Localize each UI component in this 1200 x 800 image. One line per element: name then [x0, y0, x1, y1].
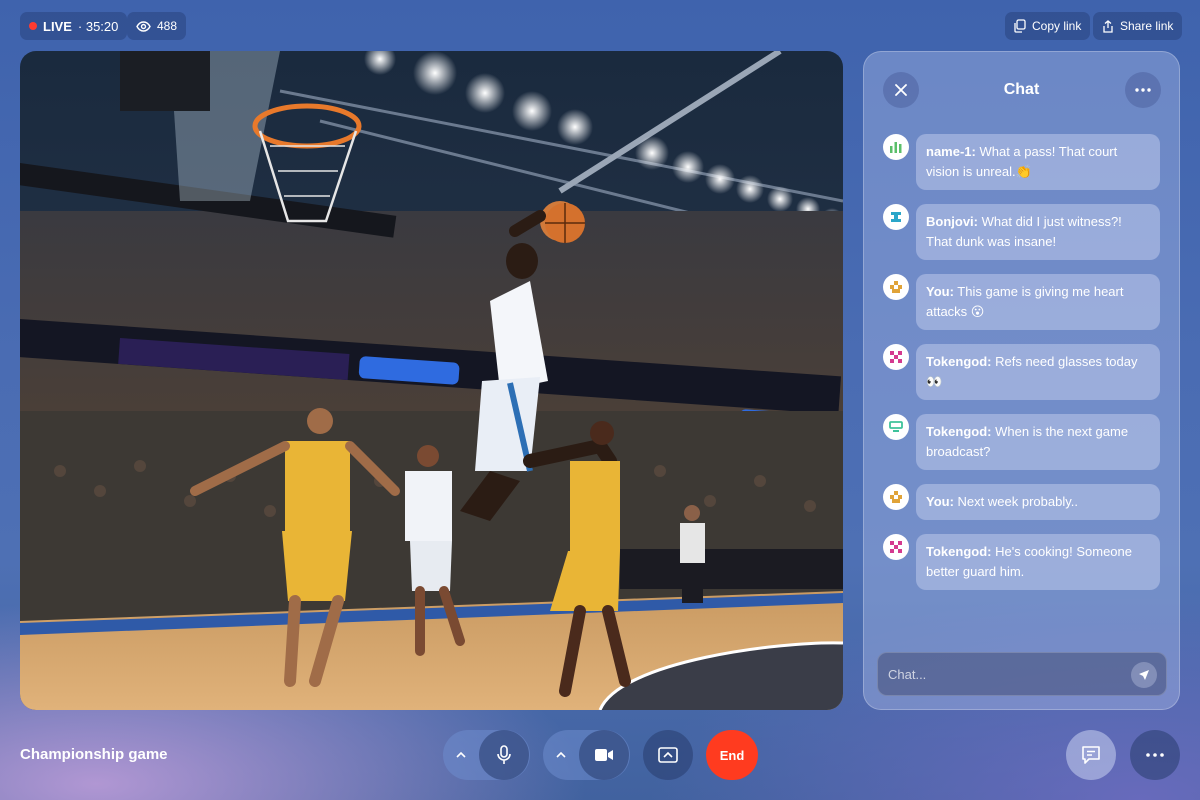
share-icon	[1103, 19, 1113, 33]
avatar	[883, 484, 909, 510]
chat-bubble: Tokengod: When is the next game broadcas…	[916, 414, 1160, 470]
live-label: LIVE	[43, 18, 72, 34]
chat-toggle-button[interactable]	[1066, 730, 1116, 780]
chat-message-list: name-1: What a pass! That court vision i…	[883, 134, 1163, 604]
chat-bubble: Bonjovi: What did I just witness?! That …	[916, 204, 1160, 260]
message-author: Tokengod:	[926, 354, 992, 369]
camera-control-group	[543, 730, 630, 780]
viewer-count: 488	[157, 19, 178, 33]
message-author: name-1:	[926, 144, 976, 159]
more-horizontal-icon	[1135, 88, 1151, 92]
screen-share-button[interactable]	[643, 730, 693, 780]
avatar	[883, 204, 909, 230]
chat-message: Bonjovi: What did I just witness?! That …	[883, 204, 1163, 260]
video-camera-icon	[595, 749, 613, 761]
live-dot-icon	[29, 22, 37, 30]
chat-message: You: Next week probably..	[883, 484, 1163, 520]
avatar-pixel-icon	[890, 491, 902, 503]
eye-icon	[136, 20, 151, 32]
chat-header: Chat	[864, 72, 1179, 108]
chat-bubble: name-1: What a pass! That court vision i…	[916, 134, 1160, 190]
chat-input-box	[877, 652, 1167, 696]
video-stream[interactable]	[20, 51, 843, 710]
avatar-checker-icon	[890, 351, 902, 363]
avatar-bars-icon	[890, 142, 902, 153]
live-status-badge: LIVE · 35:20	[20, 12, 128, 40]
send-message-button[interactable]	[1131, 662, 1157, 688]
avatar	[883, 534, 909, 560]
stream-title: Championship game	[20, 746, 168, 763]
message-author: Tokengod:	[926, 544, 992, 559]
send-icon	[1139, 670, 1149, 680]
avatar	[883, 134, 909, 160]
camera-toggle-button[interactable]	[579, 730, 629, 780]
viewer-count-badge: 488	[127, 12, 187, 40]
chat-message: name-1: What a pass! That court vision i…	[883, 134, 1163, 190]
avatar-pixel-icon	[890, 281, 902, 293]
chat-input[interactable]	[878, 653, 1118, 695]
share-link-button[interactable]: Share link	[1093, 12, 1183, 40]
avatar-shape-icon	[891, 212, 901, 222]
screen-share-icon	[658, 747, 678, 763]
message-author: Tokengod:	[926, 424, 992, 439]
copy-link-button[interactable]: Copy link	[1005, 12, 1091, 40]
chat-icon	[1082, 746, 1100, 764]
end-call-button[interactable]: End	[706, 730, 758, 780]
message-author: You:	[926, 494, 954, 509]
copy-icon	[1014, 19, 1026, 33]
avatar	[883, 274, 909, 300]
camera-options-button[interactable]	[543, 730, 579, 780]
chat-message: You: This game is giving me heart attack…	[883, 274, 1163, 330]
mic-toggle-button[interactable]	[479, 730, 529, 780]
message-author: Bonjovi:	[926, 214, 978, 229]
chevron-up-icon	[456, 752, 466, 758]
share-link-label: Share link	[1120, 19, 1174, 33]
avatar-checker-icon	[890, 541, 902, 553]
microphone-icon	[497, 745, 511, 764]
message-text: Next week probably..	[953, 494, 1078, 509]
chat-bubble: You: Next week probably..	[916, 484, 1160, 520]
more-options-button[interactable]	[1130, 730, 1180, 780]
message-author: You:	[926, 284, 954, 299]
copy-link-label: Copy link	[1032, 19, 1082, 33]
chat-bubble: Tokengod: Refs need glasses today 👀	[916, 344, 1160, 400]
live-timer: · 35:20	[77, 18, 119, 34]
mic-options-button[interactable]	[443, 730, 479, 780]
more-horizontal-icon	[1146, 753, 1164, 757]
chevron-up-icon	[556, 752, 566, 758]
chat-bubble: You: This game is giving me heart attack…	[916, 274, 1160, 330]
avatar	[883, 414, 909, 440]
avatar	[883, 344, 909, 370]
chat-message: Tokengod: When is the next game broadcas…	[883, 414, 1163, 470]
chat-options-button[interactable]	[1125, 72, 1161, 108]
mic-control-group	[443, 730, 530, 780]
chat-message: Tokengod: He's cooking! Someone better g…	[883, 534, 1163, 590]
chat-message: Tokengod: Refs need glasses today 👀	[883, 344, 1163, 400]
basketball-dunk-video	[20, 51, 843, 710]
message-text: This game is giving me heart attacks 😮	[926, 284, 1124, 319]
avatar-robot-icon	[889, 421, 903, 432]
chat-panel: Chat name-1: What a pass! That court vis…	[863, 51, 1180, 710]
chat-bubble: Tokengod: He's cooking! Someone better g…	[916, 534, 1160, 590]
